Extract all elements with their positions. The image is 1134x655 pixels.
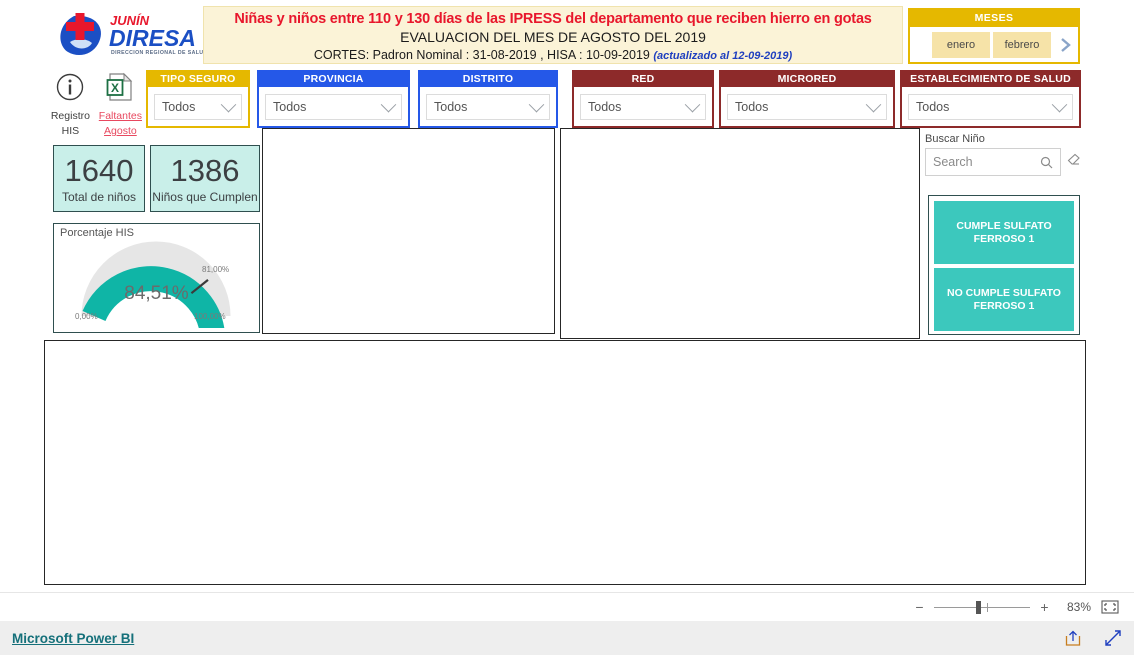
slicer-provincia-value: Todos xyxy=(273,100,307,114)
registro-his-label-line2: HIS xyxy=(61,125,80,137)
report-footer: Microsoft Power BI xyxy=(0,621,1134,655)
slicer-microred-value: Todos xyxy=(735,100,769,114)
zoom-status-bar: − + 83% xyxy=(0,592,1134,621)
slicer-microred-dropdown[interactable]: Todos xyxy=(727,94,887,120)
kpi-card-total-de-ninos[interactable]: 1640 Total de niños xyxy=(53,145,145,212)
report-title-line2: EVALUACION DEL MES DE AGOSTO DEL 2019 xyxy=(400,28,706,45)
svg-text:X: X xyxy=(111,81,119,95)
diresa-logo: JUNÍN DIRESA DIRECCION REGIONAL DE SALUD xyxy=(54,8,204,62)
search-label: Buscar Niño xyxy=(925,133,985,145)
kpi-total-label: Total de niños xyxy=(61,189,137,204)
chevron-down-icon xyxy=(865,96,882,112)
share-icon[interactable] xyxy=(1064,629,1082,647)
sulfato-ferroso-filter-panel: CUMPLE SULFATO FERROSO 1 NO CUMPLE SULFA… xyxy=(928,195,1080,335)
zoom-slider-thumb[interactable] xyxy=(976,600,981,614)
report-title-line3: CORTES: Padron Nominal : 31-08-2019 , HI… xyxy=(314,48,792,62)
info-icon xyxy=(57,73,84,101)
gauge-max-label: 100,00% xyxy=(194,312,226,321)
footer-icon-group xyxy=(1064,629,1122,647)
report-title-line3-text: CORTES: Padron Nominal : 31-08-2019 , HI… xyxy=(313,47,654,62)
slicer-microred-title: MICRORED xyxy=(721,72,893,87)
slicer-tipo-seguro-value: Todos xyxy=(162,100,196,114)
slicer-provincia-dropdown[interactable]: Todos xyxy=(265,94,402,120)
chevron-right-icon[interactable] xyxy=(1054,32,1076,58)
search-placeholder: Search xyxy=(933,155,973,169)
search-input[interactable]: Search xyxy=(925,148,1061,176)
gauge-porcentaje-his[interactable]: Porcentaje HIS 84,51% 0,00% 100,00% 81,0… xyxy=(53,223,260,333)
slicer-red-title: RED xyxy=(574,72,712,87)
slicer-red-dropdown[interactable]: Todos xyxy=(580,94,706,120)
slicer-distrito-dropdown[interactable]: Todos xyxy=(426,94,550,120)
faltantes-agosto-action[interactable]: X Faltantes Agosto xyxy=(99,72,142,138)
power-bi-report-page: JUNÍN DIRESA DIRECCION REGIONAL DE SALUD… xyxy=(0,0,1134,655)
chevron-down-icon xyxy=(220,96,237,112)
microsoft-power-bi-link[interactable]: Microsoft Power BI xyxy=(12,631,134,646)
gauge-min-label: 0,00% xyxy=(75,312,98,321)
slicer-distrito-title: DISTRITO xyxy=(420,72,556,87)
search-row: Search xyxy=(925,148,1083,176)
slicer-establecimiento-title: ESTABLECIMIENTO DE SALUD xyxy=(902,72,1079,87)
report-canvas: JUNÍN DIRESA DIRECCION REGIONAL DE SALUD… xyxy=(0,0,1134,592)
excel-icon: X xyxy=(106,72,133,101)
slicer-establecimiento-dropdown[interactable]: Todos xyxy=(908,94,1073,120)
fullscreen-icon[interactable] xyxy=(1104,629,1122,647)
chevron-down-icon xyxy=(1051,96,1068,112)
slicer-distrito-value: Todos xyxy=(434,100,468,114)
zoom-in-button[interactable]: + xyxy=(1039,599,1050,615)
faltantes-agosto-label-line2[interactable]: Agosto xyxy=(99,125,142,137)
chevron-down-icon xyxy=(684,96,701,112)
report-title-line3-note: (actualizado al 12-09-2019) xyxy=(653,49,793,62)
kpi-cumplen-value: 1386 xyxy=(170,152,240,188)
slicer-tipo-seguro-title: TIPO SEGURO xyxy=(148,72,248,87)
kpi-cumplen-label: Niños que Cumplen xyxy=(152,189,258,204)
zoom-slider-tick xyxy=(987,602,988,612)
slicer-establecimiento-value: Todos xyxy=(916,100,950,114)
visual-container-center[interactable] xyxy=(560,128,920,339)
gauge-title: Porcentaje HIS xyxy=(60,227,134,239)
meses-buttons: enero febrero xyxy=(910,27,1078,62)
search-icon xyxy=(1040,156,1053,168)
svg-text:DIRESA: DIRESA xyxy=(109,25,196,51)
meses-title: MESES xyxy=(910,10,1078,27)
meses-slicer: MESES enero febrero xyxy=(908,8,1080,64)
faltantes-agosto-label-line1[interactable]: Faltantes xyxy=(99,110,142,122)
gauge-target-label: 81,00% xyxy=(202,265,230,274)
slicer-tipo-seguro: TIPO SEGURO Todos xyxy=(146,70,250,128)
registro-his-label-line1: Registro xyxy=(50,110,90,122)
slicer-provincia-title: PROVINCIA xyxy=(259,72,408,87)
kpi-card-ninos-que-cumplen[interactable]: 1386 Niños que Cumplen xyxy=(150,145,260,212)
visual-container-table[interactable] xyxy=(44,340,1086,585)
slicer-red-value: Todos xyxy=(588,100,622,114)
filter-button-cumple-sulfato-ferroso[interactable]: CUMPLE SULFATO FERROSO 1 xyxy=(934,201,1074,264)
meses-item-enero[interactable]: enero xyxy=(932,31,990,58)
gauge-value: 84,51% xyxy=(124,283,189,304)
slicer-provincia: PROVINCIA Todos xyxy=(257,70,410,128)
report-action-icons: Registro HIS X Faltantes Agosto xyxy=(50,72,142,138)
clear-search-eraser-icon[interactable] xyxy=(1067,153,1083,172)
report-title-band: Niñas y niños entre 110 y 130 días de la… xyxy=(203,6,903,64)
slicer-establecimiento-de-salud: ESTABLECIMIENTO DE SALUD Todos xyxy=(900,70,1081,128)
chevron-down-icon xyxy=(380,96,397,112)
report-title-line1: Niñas y niños entre 110 y 130 días de la… xyxy=(234,10,872,27)
zoom-level-label: 83% xyxy=(1066,600,1091,614)
slicer-distrito: DISTRITO Todos xyxy=(418,70,558,128)
fit-to-page-icon[interactable] xyxy=(1100,599,1120,615)
visual-container-left[interactable] xyxy=(262,128,555,334)
zoom-out-button[interactable]: − xyxy=(914,599,925,615)
zoom-slider[interactable] xyxy=(934,600,1030,614)
search-panel: Buscar Niño Search xyxy=(925,133,1083,193)
meses-item-febrero[interactable]: febrero xyxy=(993,31,1051,58)
slicer-red: RED Todos xyxy=(572,70,714,128)
chevron-down-icon xyxy=(528,96,545,112)
svg-text:DIRECCION REGIONAL DE SALUD: DIRECCION REGIONAL DE SALUD xyxy=(111,50,204,56)
slicer-microred: MICRORED Todos xyxy=(719,70,895,128)
registro-his-action[interactable]: Registro HIS xyxy=(50,72,91,138)
slicer-tipo-seguro-dropdown[interactable]: Todos xyxy=(154,94,242,120)
filter-button-no-cumple-sulfato-ferroso[interactable]: NO CUMPLE SULFATO FERROSO 1 xyxy=(934,268,1074,331)
kpi-total-value: 1640 xyxy=(64,152,134,188)
